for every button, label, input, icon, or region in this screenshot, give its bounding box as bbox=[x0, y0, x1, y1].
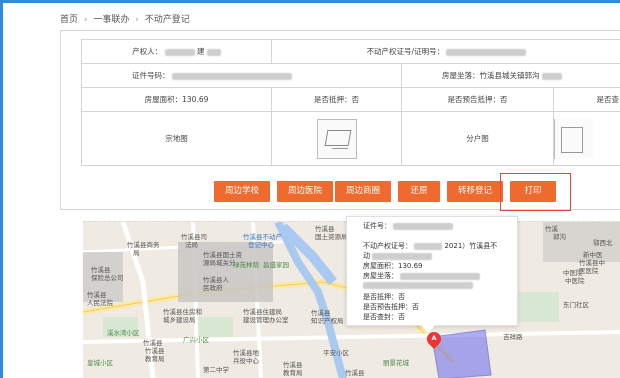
map-label: 竹溪县商务 bbox=[127, 241, 160, 249]
popup-sealed-line: 是否查封：否 bbox=[363, 313, 405, 321]
map-label: 丽景花城 bbox=[383, 359, 409, 367]
unit-plan-label-cell: 分户图 bbox=[401, 111, 554, 166]
popup-line: 动 bbox=[363, 251, 433, 261]
cert-no-cell: 不动产权证号/证明号： bbox=[270, 39, 620, 64]
popup-redacted-line bbox=[363, 281, 473, 289]
location-cell: 房屋坐落：竹溪县城关镇郭沟 bbox=[400, 63, 620, 88]
popup-property-cert-label: 不动产权证号： bbox=[363, 242, 412, 250]
nearby-shopping-button[interactable]: 周边商圈 bbox=[335, 181, 391, 202]
map-label: 源局城关分 bbox=[203, 259, 236, 267]
map-label: 教育局 bbox=[145, 355, 165, 363]
redacted-value bbox=[446, 48, 527, 56]
popup-location-label: 房屋坐落： bbox=[363, 272, 398, 280]
map-label: 法局 bbox=[185, 241, 198, 249]
map-label: 建设管理办公室 bbox=[243, 316, 289, 324]
pre-mortgaged-cell: 是否预告抵押：否 bbox=[401, 87, 554, 112]
popup-property-cert-line: 不动产权证号： 2021）竹溪县不 bbox=[363, 241, 497, 251]
unit-plan-image-cell bbox=[552, 111, 620, 166]
redacted-value bbox=[206, 48, 221, 56]
area-label: 房屋面积：130.69 bbox=[144, 95, 209, 104]
lot-plan-image-cell bbox=[271, 111, 402, 166]
map-label: 保险总公司 bbox=[91, 274, 124, 282]
map-label: 鄂西北 bbox=[593, 239, 613, 247]
left-accent-bar bbox=[0, 0, 3, 378]
map-label: 教育局 bbox=[283, 369, 303, 377]
map-label: 中医院 bbox=[565, 277, 585, 285]
map-label: 人民法院 bbox=[87, 299, 113, 307]
map-label: 民政府 bbox=[203, 284, 223, 292]
mortgaged-cell: 是否抵押：否 bbox=[271, 87, 402, 112]
map-label: 平安小区 bbox=[323, 349, 349, 357]
breadcrumb-section[interactable]: 一事联办 bbox=[93, 12, 129, 25]
breadcrumb-current: 不动产登记 bbox=[144, 15, 190, 25]
area-cell: 房屋面积：130.69 bbox=[81, 87, 272, 112]
unit-plan-label: 分户图 bbox=[466, 134, 489, 143]
map-label: 吉祥路 bbox=[503, 333, 523, 341]
redacted-value bbox=[372, 252, 433, 260]
map-label: 东门社区 bbox=[563, 301, 589, 309]
owner-suffix: 建 bbox=[196, 47, 205, 56]
redacted-value bbox=[393, 222, 454, 230]
map-label: 医医院 bbox=[579, 267, 599, 275]
popup-property-cert-suffix: 2021）竹溪县不 bbox=[444, 242, 498, 250]
sealed-cell: 是否查 bbox=[552, 87, 620, 112]
print-highlight-box bbox=[500, 173, 571, 211]
map-label: 绿苑林荫 bbox=[233, 261, 259, 269]
mortgaged-label: 是否抵押：否 bbox=[314, 95, 359, 104]
map-label: 国土资源局 bbox=[315, 233, 348, 241]
unit-plan-thumbnail[interactable] bbox=[554, 118, 594, 159]
breadcrumb-home[interactable]: 首页 bbox=[60, 12, 78, 25]
reset-button[interactable]: 还原 bbox=[398, 181, 440, 202]
pre-mortgaged-label: 是否预告抵押：否 bbox=[447, 95, 508, 104]
map-label: 广兴小区 bbox=[183, 336, 209, 344]
property-record-table: 产权人： 建 不动产权证号/证明号： 证件号码： 房屋坐落：竹溪县城关镇郭沟 房… bbox=[81, 39, 620, 166]
cert-no-label: 不动产权证号/证明号： bbox=[366, 47, 445, 56]
redacted-value bbox=[414, 242, 443, 250]
map-label: 竹溪县 bbox=[345, 369, 365, 377]
location-label: 房屋坐落：竹溪县城关镇郭沟 bbox=[442, 71, 540, 80]
owner-label: 产权人： bbox=[132, 47, 163, 56]
breadcrumb-separator: › bbox=[83, 15, 88, 25]
popup-pre-mortgaged-line: 是否预告抵押：否 bbox=[363, 303, 419, 311]
breadcrumb: 首页 › 一事联办 › 不动产登记 bbox=[60, 12, 190, 25]
redacted-value bbox=[400, 272, 481, 280]
owner-cell: 产权人： 建 bbox=[81, 39, 272, 64]
lot-plan-label-cell: 宗地图 bbox=[81, 111, 272, 166]
map-label: 局 bbox=[133, 249, 140, 257]
map-label: 城乡建设局 bbox=[163, 316, 196, 324]
popup-line-text: 动 bbox=[363, 252, 370, 260]
map-label: 昌盛家园 bbox=[263, 261, 289, 269]
popup-cert-label: 证件号： bbox=[363, 222, 391, 230]
cert-label: 证件号码： bbox=[132, 71, 170, 80]
nearby-hospitals-button[interactable]: 周边医院 bbox=[277, 181, 333, 202]
popup-mortgaged-line: 是否抵押：否 bbox=[363, 293, 405, 301]
property-info-popup: 证件号： 不动产权证号： 2021）竹溪县不 动 房屋面积：130.69 房屋坐… bbox=[346, 216, 518, 326]
cert-cell: 证件号码： bbox=[81, 63, 402, 88]
nearby-schools-button[interactable]: 周边学校 bbox=[214, 181, 270, 202]
map-marker-label: A bbox=[431, 334, 437, 342]
top-accent-bar bbox=[0, 0, 620, 3]
popup-location-line: 房屋坐落： bbox=[363, 271, 481, 281]
redacted-value bbox=[164, 48, 195, 56]
redacted-value bbox=[363, 281, 473, 289]
map-label: 溪水湾小区 bbox=[107, 329, 140, 337]
map-label: 第二中学 bbox=[203, 366, 229, 374]
redacted-value bbox=[171, 72, 292, 80]
map-label: 登记中心 bbox=[248, 241, 274, 249]
map-label: 郭沟 bbox=[553, 233, 566, 241]
lot-plan-label: 宗地图 bbox=[165, 134, 188, 143]
map-label: 知识产权局 bbox=[311, 317, 344, 325]
popup-area-line: 房屋面积：130.69 bbox=[363, 262, 423, 270]
popup-cert-line: 证件号： bbox=[363, 221, 454, 231]
sealed-label: 是否查 bbox=[596, 95, 620, 104]
map-label: 兵役中心 bbox=[233, 357, 259, 365]
map-label: 皇城小区 bbox=[87, 359, 113, 367]
transfer-registration-button[interactable]: 转移登记 bbox=[447, 181, 503, 202]
breadcrumb-separator: › bbox=[135, 15, 139, 25]
redacted-value bbox=[541, 72, 562, 80]
lot-plan-thumbnail[interactable] bbox=[316, 118, 357, 159]
page: 首页 › 一事联办 › 不动产登记 产权人： 建 不动产权证号/证明号： 证件号… bbox=[0, 0, 620, 378]
